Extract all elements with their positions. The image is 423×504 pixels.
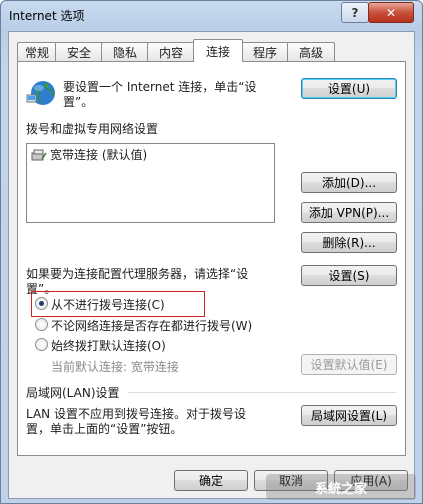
setup-text-cont: 置”。 (63, 95, 94, 109)
proxy-text: 如果要为连接配置代理服务器，请选择“设 (26, 267, 249, 281)
connections-panel: 要设置一个 Internet 连接，单击“设 置”。 设置(U) 拨号和虚拟专用… (17, 61, 406, 456)
tab-advanced[interactable]: 高级 (287, 42, 335, 61)
window-title: Internet 选项 (9, 9, 85, 23)
radio-always-dial-default-label[interactable]: 始终拨打默认连接(O) (51, 337, 166, 354)
tab-content[interactable]: 内容 (147, 42, 195, 61)
globe-network-icon (26, 81, 55, 105)
radio-never-dial-label[interactable]: 从不进行拨号连接(C) (51, 296, 165, 313)
lan-divider (128, 392, 396, 393)
set-default-button[interactable]: 设置默认值(E) (301, 354, 397, 375)
dialog-client-area: 常规 安全 隐私 内容 连接 程序 高级 要设置一个 Internet 连接，单… (8, 31, 415, 499)
list-item[interactable]: 宽带连接 (默认值) (31, 146, 147, 163)
watermark-logo: 系统之家 (266, 474, 416, 500)
lan-heading: 局域网(LAN)设置 (26, 386, 120, 400)
tab-privacy[interactable]: 隐私 (101, 42, 149, 61)
tab-connections[interactable]: 连接 (193, 39, 243, 62)
title-bar: Internet 选项 ? ✕ (1, 1, 422, 31)
list-item-label: 宽带连接 (默认值) (50, 148, 148, 162)
internet-options-window: Internet 选项 ? ✕ 常规 安全 隐私 内容 连接 程序 高级 要设置… (0, 0, 423, 504)
connection-list[interactable]: 宽带连接 (默认值) (26, 143, 275, 223)
tab-security[interactable]: 安全 (55, 42, 103, 61)
tab-programs[interactable]: 程序 (241, 42, 289, 61)
setup-button[interactable]: 设置(U) (301, 78, 397, 99)
radio-dial-whenever-label[interactable]: 不论网络连接是否存在都进行拨号(W) (51, 317, 252, 334)
dialup-heading: 拨号和虚拟专用网络设置 (26, 122, 159, 136)
radio-dial-whenever[interactable] (35, 318, 48, 331)
proxy-settings-button[interactable]: 设置(S) (301, 265, 397, 286)
radio-always-dial-default[interactable] (35, 338, 48, 351)
radio-never-dial[interactable] (35, 297, 48, 310)
delete-button[interactable]: 删除(R)... (301, 232, 397, 253)
ok-button[interactable]: 确定 (174, 470, 248, 491)
lan-text-cont: 置，单击上面的“设置”按钮。 (26, 422, 183, 436)
close-button[interactable]: ✕ (368, 2, 414, 23)
add-button[interactable]: 添加(D)... (301, 172, 397, 193)
add-vpn-button[interactable]: 添加 VPN(P)... (301, 202, 397, 223)
help-button[interactable]: ? (341, 2, 369, 23)
tab-general[interactable]: 常规 (17, 42, 57, 61)
lan-settings-button[interactable]: 局域网设置(L) (301, 405, 397, 426)
current-default-text: 当前默认连接: 宽带连接 (51, 360, 179, 374)
dialup-connection-icon (31, 149, 47, 160)
